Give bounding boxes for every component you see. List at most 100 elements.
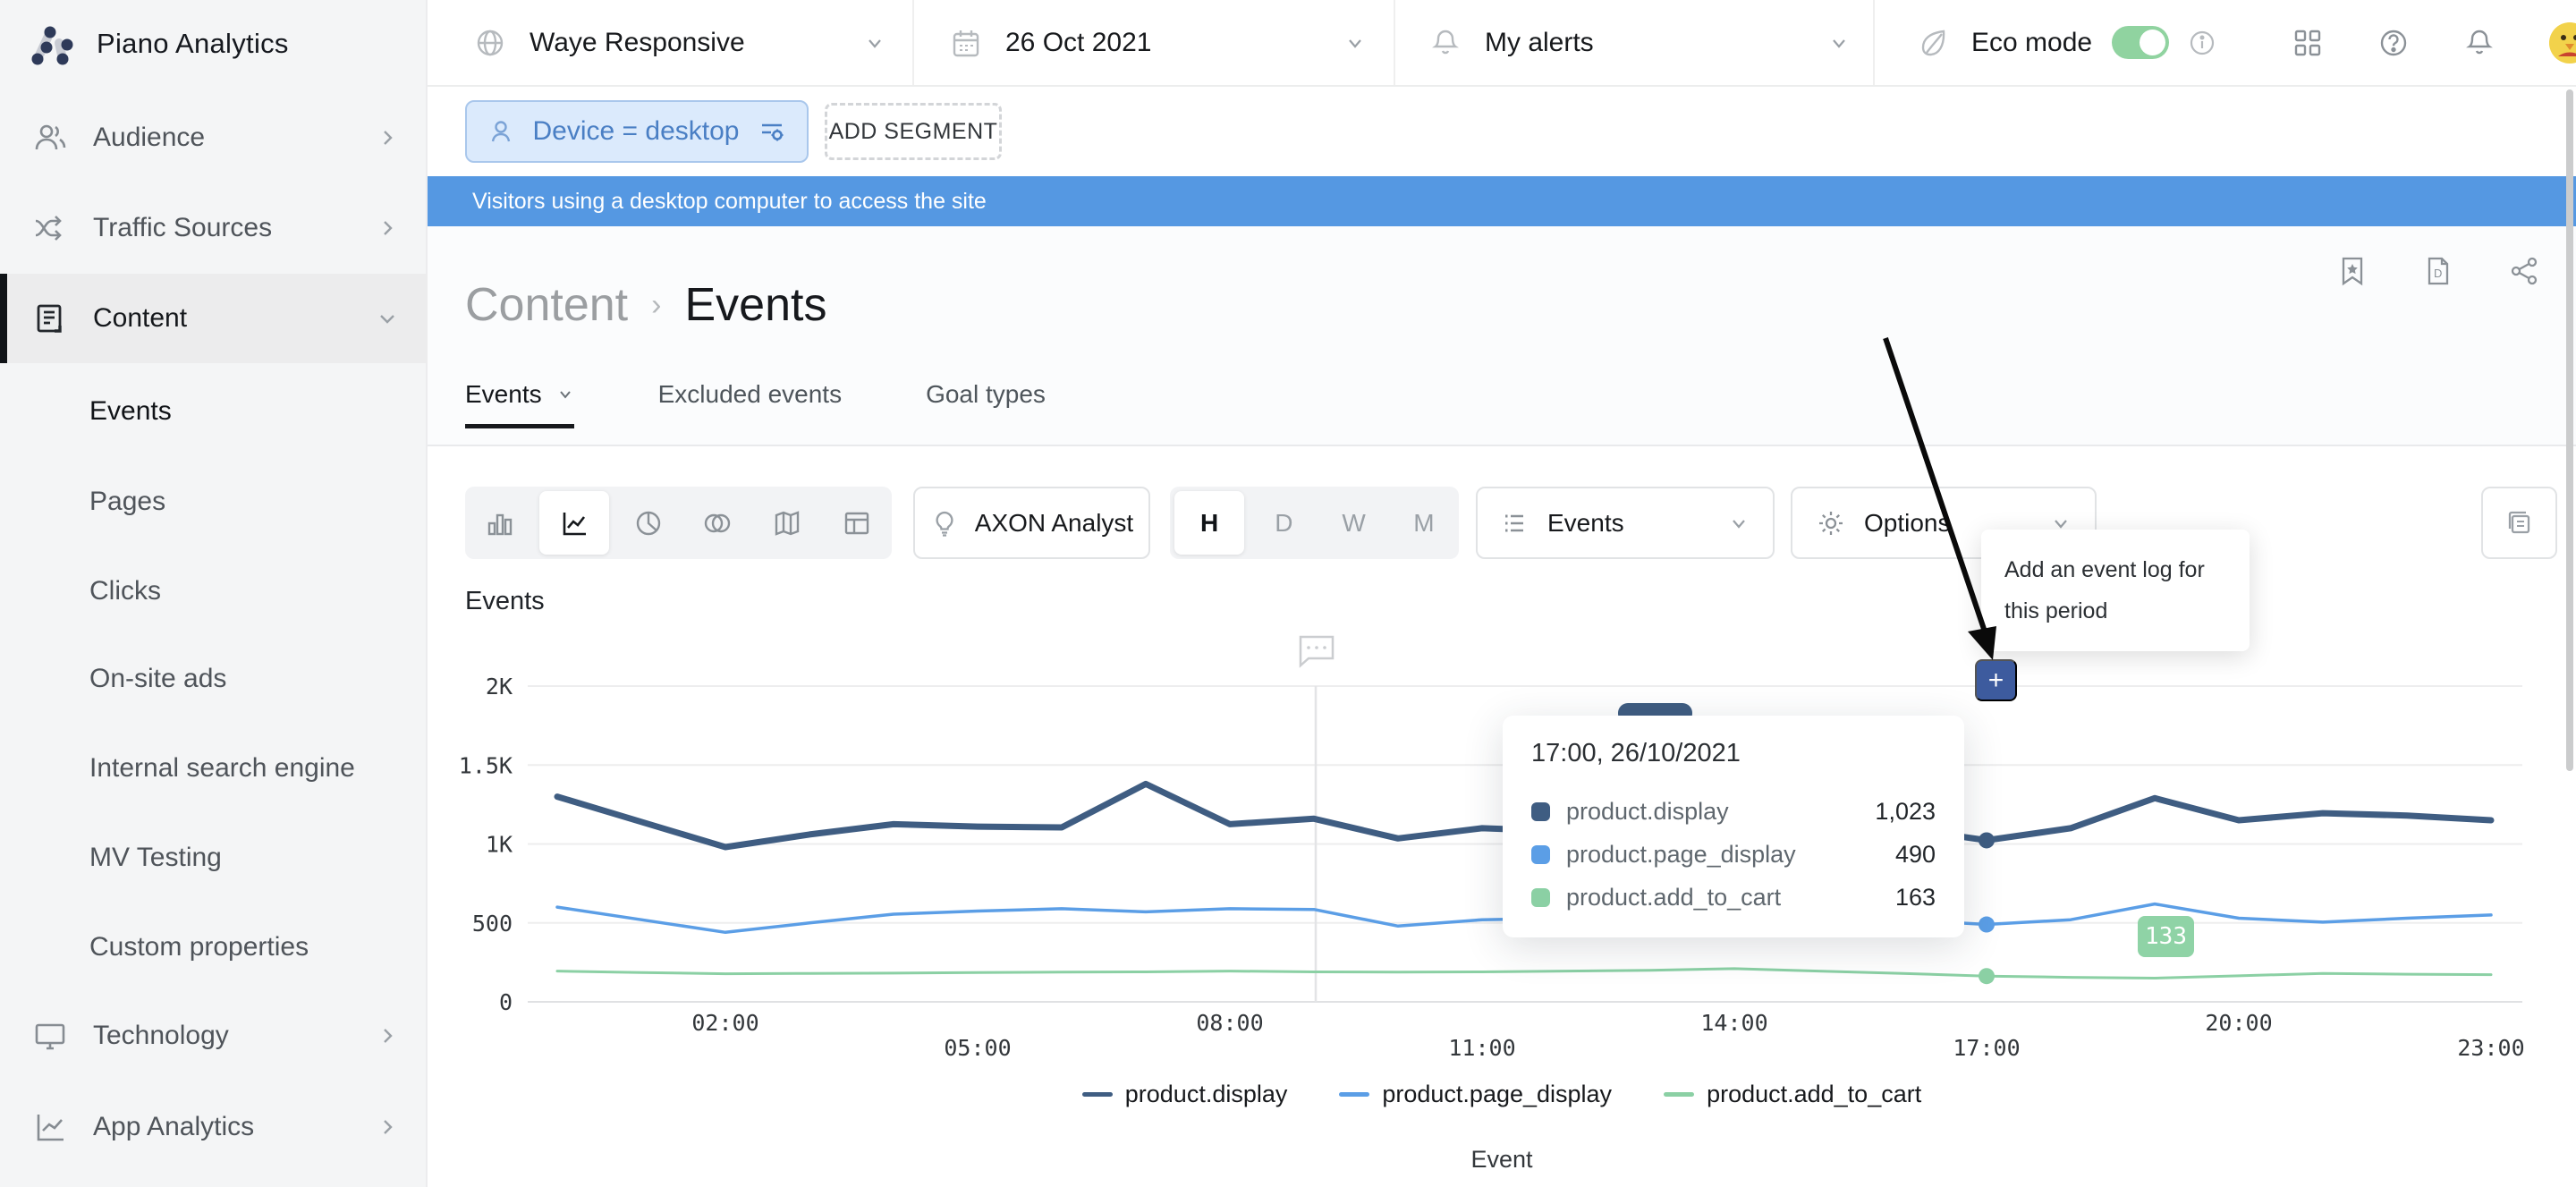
add-segment-button[interactable]: ADD SEGMENT bbox=[825, 103, 1002, 160]
sidebar-item-label: Technology bbox=[93, 1021, 377, 1051]
tab-label: Events bbox=[465, 380, 542, 409]
series-swatch bbox=[1531, 845, 1550, 864]
pie-chart-type-button[interactable] bbox=[614, 487, 683, 559]
bookmark-star-icon[interactable] bbox=[2336, 255, 2368, 287]
app-title: Piano Analytics bbox=[97, 28, 289, 60]
sidebar-item-audience[interactable]: Audience bbox=[0, 93, 428, 182]
vertical-scrollbar[interactable] bbox=[2566, 89, 2573, 771]
gear-icon bbox=[1816, 508, 1846, 538]
series-swatch bbox=[1531, 888, 1550, 907]
events-chart[interactable]: 2K1.5K1K500002:0005:0008:0011:0014:0017:… bbox=[428, 617, 2576, 1081]
sidebar-item-label: Content bbox=[93, 303, 377, 334]
site-selector[interactable]: Waye Responsive bbox=[474, 0, 886, 85]
line-chart-type-button[interactable] bbox=[539, 491, 609, 555]
notifications-bell-icon[interactable] bbox=[2463, 27, 2496, 59]
map-chart-type-button[interactable] bbox=[752, 487, 822, 559]
lightbulb-icon bbox=[930, 509, 959, 538]
svg-text:20:00: 20:00 bbox=[2205, 1010, 2272, 1036]
sidebar-item-label: Audience bbox=[93, 123, 377, 153]
legend-item-product-add-to-cart[interactable]: product.add_to_cart bbox=[1664, 1081, 1921, 1108]
granularity-hour-button[interactable]: H bbox=[1174, 491, 1244, 555]
metric-select-value: Events bbox=[1547, 509, 1624, 538]
info-icon[interactable] bbox=[2189, 30, 2216, 56]
segment-chip[interactable]: Device = desktop bbox=[465, 100, 809, 163]
tab-excluded-events[interactable]: Excluded events bbox=[658, 380, 842, 428]
chart-legend: product.display product.page_display pro… bbox=[428, 1081, 2576, 1108]
person-icon bbox=[487, 117, 515, 146]
sidebar-subitem-clicks[interactable]: Clicks bbox=[89, 576, 161, 606]
date-selector[interactable]: 26 Oct 2021 bbox=[950, 0, 1366, 85]
tooltip-row-value: 1,023 bbox=[1875, 798, 1936, 826]
legend-swatch bbox=[1664, 1092, 1694, 1097]
venn-chart-type-button[interactable] bbox=[682, 487, 752, 559]
eco-mode-label: Eco mode bbox=[1971, 28, 2092, 58]
duplicate-view-button[interactable] bbox=[2481, 487, 2557, 559]
tab-bar: Events Excluded events Goal types bbox=[465, 380, 1046, 428]
piano-logo-icon bbox=[25, 18, 77, 70]
chevron-down-icon bbox=[377, 309, 397, 328]
segment-settings-icon[interactable] bbox=[757, 116, 787, 147]
legend-label: product.page_display bbox=[1382, 1081, 1612, 1108]
share-icon[interactable] bbox=[2508, 255, 2540, 287]
eco-mode-toggle[interactable] bbox=[2112, 26, 2169, 59]
sidebar-subitem-custom-properties[interactable]: Custom properties bbox=[89, 932, 309, 962]
topbar-divider bbox=[912, 0, 914, 85]
sidebar-subitem-internal-search[interactable]: Internal search engine bbox=[89, 753, 355, 784]
tooltip-row: product.page_display 490 bbox=[1531, 833, 1936, 876]
user-avatar[interactable] bbox=[2549, 22, 2576, 64]
apps-grid-icon[interactable] bbox=[2292, 27, 2324, 59]
topbar-divider bbox=[1394, 0, 1395, 85]
breadcrumb-parent[interactable]: Content bbox=[465, 278, 628, 332]
sidebar-item-content[interactable]: Content bbox=[0, 274, 428, 363]
document-export-icon[interactable]: D bbox=[2422, 255, 2454, 287]
table-chart-type-button[interactable] bbox=[822, 487, 892, 559]
granularity-day-button[interactable]: D bbox=[1249, 487, 1318, 559]
granularity-week-button[interactable]: W bbox=[1319, 487, 1389, 559]
sidebar-subitem-mv-testing[interactable]: MV Testing bbox=[89, 843, 222, 873]
tooltip-row-value: 163 bbox=[1895, 884, 1936, 911]
bar-chart-type-button[interactable] bbox=[465, 487, 535, 559]
legend-label: product.display bbox=[1125, 1081, 1288, 1108]
svg-text:14:00: 14:00 bbox=[1700, 1010, 1767, 1036]
chevron-right-icon bbox=[377, 218, 397, 238]
tab-goal-types[interactable]: Goal types bbox=[926, 380, 1046, 428]
chevron-right-icon bbox=[377, 128, 397, 148]
top-bar: Waye Responsive 26 Oct 2021 bbox=[428, 0, 2576, 87]
sidebar-item-app-analytics[interactable]: App Analytics bbox=[0, 1082, 428, 1172]
chevron-right-icon bbox=[377, 1117, 397, 1137]
segment-description-text: Visitors using a desktop computer to acc… bbox=[472, 189, 987, 215]
tab-events[interactable]: Events bbox=[465, 380, 574, 428]
page-title: Events bbox=[684, 278, 826, 332]
sidebar-item-traffic-sources[interactable]: Traffic Sources bbox=[0, 183, 428, 273]
segment-chip-label: Device = desktop bbox=[515, 116, 757, 147]
series-swatch bbox=[1531, 802, 1550, 821]
app-logo[interactable]: Piano Analytics bbox=[25, 18, 289, 70]
legend-item-product-display[interactable]: product.display bbox=[1082, 1081, 1288, 1108]
chevron-down-icon bbox=[1344, 32, 1366, 54]
topbar-divider bbox=[1873, 0, 1875, 85]
metric-select[interactable]: Events bbox=[1476, 487, 1775, 559]
tooltip-row-label: product.display bbox=[1566, 798, 1859, 826]
legend-swatch bbox=[1082, 1092, 1113, 1097]
sidebar-subitem-pages[interactable]: Pages bbox=[89, 487, 165, 517]
chevron-right-icon bbox=[377, 1026, 397, 1046]
sidebar-subitem-onsite-ads[interactable]: On-site ads bbox=[89, 664, 226, 694]
sidebar-subitem-events[interactable]: Events bbox=[89, 396, 172, 427]
alerts-selector[interactable]: My alerts bbox=[1429, 0, 1850, 85]
svg-text:05:00: 05:00 bbox=[944, 1035, 1011, 1061]
leaf-icon bbox=[1916, 25, 1952, 61]
legend-label: product.add_to_cart bbox=[1707, 1081, 1921, 1108]
chevron-down-icon bbox=[1728, 513, 1750, 534]
audience-icon bbox=[30, 120, 70, 156]
eco-mode-section: Eco mode bbox=[1916, 0, 2216, 85]
sidebar-item-technology[interactable]: Technology bbox=[0, 991, 428, 1081]
breadcrumb: Content › Events bbox=[465, 278, 826, 332]
granularity-month-button[interactable]: M bbox=[1389, 487, 1459, 559]
axon-analyst-label: AXON Analyst bbox=[975, 509, 1133, 538]
help-icon[interactable] bbox=[2377, 27, 2410, 59]
axon-analyst-button[interactable]: AXON Analyst bbox=[913, 487, 1150, 559]
segment-row: Device = desktop ADD SEGMENT bbox=[428, 87, 2576, 176]
add-event-log-button[interactable]: + bbox=[1975, 659, 2017, 701]
legend-item-product-page-display[interactable]: product.page_display bbox=[1339, 1081, 1612, 1108]
tooltip-row-value: 490 bbox=[1895, 841, 1936, 869]
